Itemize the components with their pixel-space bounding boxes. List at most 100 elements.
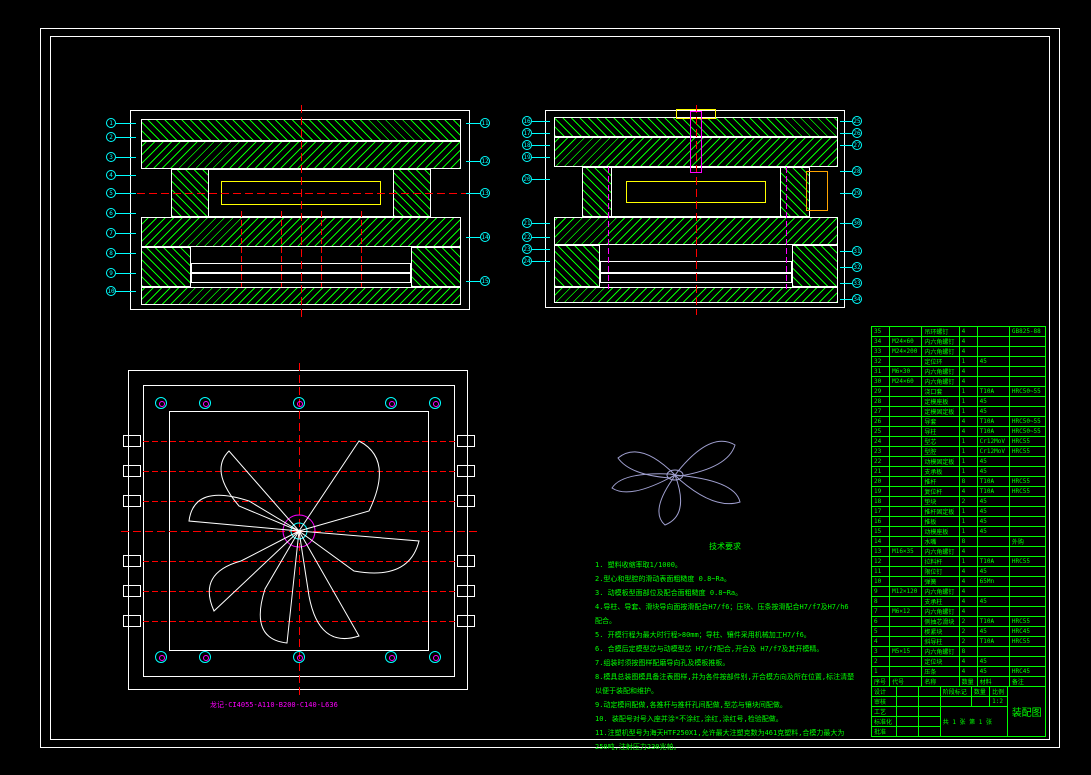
note-8: 8.模具总装图模具备注表图样,并为各件按部件别,开合模方向及所在位置,标注清楚以… — [595, 670, 855, 698]
bom-row: 27定模固定板145 — [872, 407, 1046, 417]
bom-row: 29浇口套1T10AHRC50~55 — [872, 387, 1046, 397]
bom-row: 13M16×35内六角螺钉4 — [872, 547, 1046, 557]
callout-trr8: 32 — [852, 262, 862, 272]
callout-r4: 14 — [480, 232, 490, 242]
callout-trr2: 26 — [852, 128, 862, 138]
bom-row: 7M6×12内六角螺钉4 — [872, 607, 1046, 617]
bom-row: 1压条445HRC45 — [872, 667, 1046, 677]
notes-title: 技术要求 — [595, 540, 855, 554]
bom-row: 21支承板145 — [872, 467, 1046, 477]
tb-stage: 阶段标记 — [940, 687, 971, 697]
bom-row: 31M6×30内六角螺钉4 — [872, 367, 1046, 377]
callout-1: 1 — [106, 118, 116, 128]
bom-row: 34M24×60内六角螺钉4 — [872, 337, 1046, 347]
callout-r1: 11 — [480, 118, 490, 128]
callout-10: 10 — [106, 286, 116, 296]
note-6: 6. 合模后定模型芯与动模型芯 H7/f7配合,开合及 H7/f7及其开模精。 — [595, 642, 855, 656]
tb-approve: 批准 — [872, 727, 897, 737]
note-4: 4.导柱、导套、滑块导向面按滑配合H7/f6；压块、压条按滑配合H7/f7及H7… — [595, 600, 855, 628]
callout-7: 7 — [106, 228, 116, 238]
bom-h3: 名称 — [922, 677, 959, 687]
bom-row: 14水嘴8外购 — [872, 537, 1046, 547]
note-5: 5. 开模行程为最大时行程>80mm；导柱、镶件采用机械加工H7/f6。 — [595, 628, 855, 642]
callout-tr2: 17 — [522, 128, 532, 138]
callout-tr3: 18 — [522, 140, 532, 150]
bom-row: 8支承柱445 — [872, 597, 1046, 607]
bom-row: 9M12×120内六角螺钉4 — [872, 587, 1046, 597]
callout-tr7: 22 — [522, 232, 532, 242]
bom-h4: 数量 — [959, 677, 977, 687]
bom-h5: 材料 — [977, 677, 1009, 687]
tb-qty: 数量 — [971, 687, 989, 697]
note-9: 9.动定模间配做,各推杆与推杆孔间配做,型芯与镶块间配做。 — [595, 698, 855, 712]
note-11: 11.注塑机型号为海天HTF250X1,允许最大注塑克数为461克塑料,合模力最… — [595, 726, 855, 754]
callout-3: 3 — [106, 152, 116, 162]
callout-trr5: 29 — [852, 188, 862, 198]
callout-tr6: 21 — [522, 218, 532, 228]
bom-row: 11限位钉445 — [872, 567, 1046, 577]
callout-trr6: 30 — [852, 218, 862, 228]
callout-trr3: 27 — [852, 140, 862, 150]
tb-sheet: 共 1 张 第 1 张 — [940, 707, 1008, 737]
callout-trr1: 25 — [852, 116, 862, 126]
callout-6: 6 — [106, 208, 116, 218]
callout-trr10: 34 — [852, 294, 862, 304]
bom-row: 24型芯1Cr12MoVHRC55 — [872, 437, 1046, 447]
title-block: 35吊环螺钉4GB825-8834M24×60内六角螺钉433M24×200内六… — [871, 326, 1046, 737]
bom-h7: 备注 — [1009, 677, 1045, 687]
bom-h1: 序号 — [872, 677, 890, 687]
note-7: 7.组装时须按图样配磨导向孔及模板推板。 — [595, 656, 855, 670]
bom-row: 17推杆固定板145 — [872, 507, 1046, 517]
bom-row: 26导套4T10AHRC50~55 — [872, 417, 1046, 427]
section-view-right — [545, 110, 845, 308]
bom-row: 2定位块445 — [872, 657, 1046, 667]
note-10: 10. 装配号对号入座并涂*不涂红,涂红,涂红号,检验配做。 — [595, 712, 855, 726]
bom-row: 19复位杆4T10AHRC55 — [872, 487, 1046, 497]
callout-tr8: 23 — [522, 244, 532, 254]
section-view-left — [130, 110, 470, 310]
bom-row: 6侧抽芯滑块2T10AHRC55 — [872, 617, 1046, 627]
callout-8: 8 — [106, 248, 116, 258]
bom-row: 32定位环145 — [872, 357, 1046, 367]
note-3: 3. 动模板型面部位及配合面粗糙度 0.8~Ra。 — [595, 586, 855, 600]
bom-row: 16推板145 — [872, 517, 1046, 527]
bom-row: 22动模固定板145 — [872, 457, 1046, 467]
callout-trr7: 31 — [852, 246, 862, 256]
bom-row: 25导柱4T10AHRC50~55 — [872, 427, 1046, 437]
callout-trr9: 33 — [852, 278, 862, 288]
bom-row: 33M24×200内六角螺钉4 — [872, 347, 1046, 357]
tech-notes: 技术要求 1. 塑料收缩率取1/1000。 2.型心和型腔的滑动表面粗糙度 0.… — [595, 540, 855, 754]
callout-r5: 15 — [480, 276, 490, 286]
note-2: 2.型心和型腔的滑动表面粗糙度 0.8~Ra。 — [595, 572, 855, 586]
callout-tr1: 16 — [522, 116, 532, 126]
bom-h2: 代号 — [890, 677, 922, 687]
callout-2: 2 — [106, 132, 116, 142]
bom-row: 20推杆8T10AHRC55 — [872, 477, 1046, 487]
plan-view — [128, 370, 468, 690]
callout-tr4: 19 — [522, 152, 532, 162]
tb-design: 设计 — [872, 687, 897, 697]
note-1: 1. 塑料收缩率取1/1000。 — [595, 558, 855, 572]
bom-row: 35吊环螺钉4GB825-88 — [872, 327, 1046, 337]
bom-row: 10弹簧465Mn — [872, 577, 1046, 587]
callout-4: 4 — [106, 170, 116, 180]
callout-tr5: 20 — [522, 174, 532, 184]
callout-5: 5 — [106, 188, 116, 198]
bom-row: 15动模座板145 — [872, 527, 1046, 537]
bom-row: 28定模座板145 — [872, 397, 1046, 407]
bom-row: 5楔紧块245HRC45 — [872, 627, 1046, 637]
tb-review: 审核 — [872, 697, 897, 707]
callout-r3: 13 — [480, 188, 490, 198]
moldbase-callout: 龙记-CI4055-A110-B200-C140-L636 — [210, 700, 338, 710]
tb-scale: 比例 — [990, 687, 1008, 697]
bom-row: 3M5×15内六角螺钉8 — [872, 647, 1046, 657]
callout-9: 9 — [106, 268, 116, 278]
bom-row: 12拉料杆1T10AHRC55 — [872, 557, 1046, 567]
bom-row: 23型腔1Cr12MoVHRC55 — [872, 447, 1046, 457]
product-iso-view — [600, 420, 750, 530]
bom-row: 4斜导柱2T10AHRC55 — [872, 637, 1046, 647]
callout-r2: 12 — [480, 156, 490, 166]
bom-row: 30M24×60内六角螺钉4 — [872, 377, 1046, 387]
callout-tr9: 24 — [522, 256, 532, 266]
tb-scalev: 1:2 — [990, 697, 1008, 707]
